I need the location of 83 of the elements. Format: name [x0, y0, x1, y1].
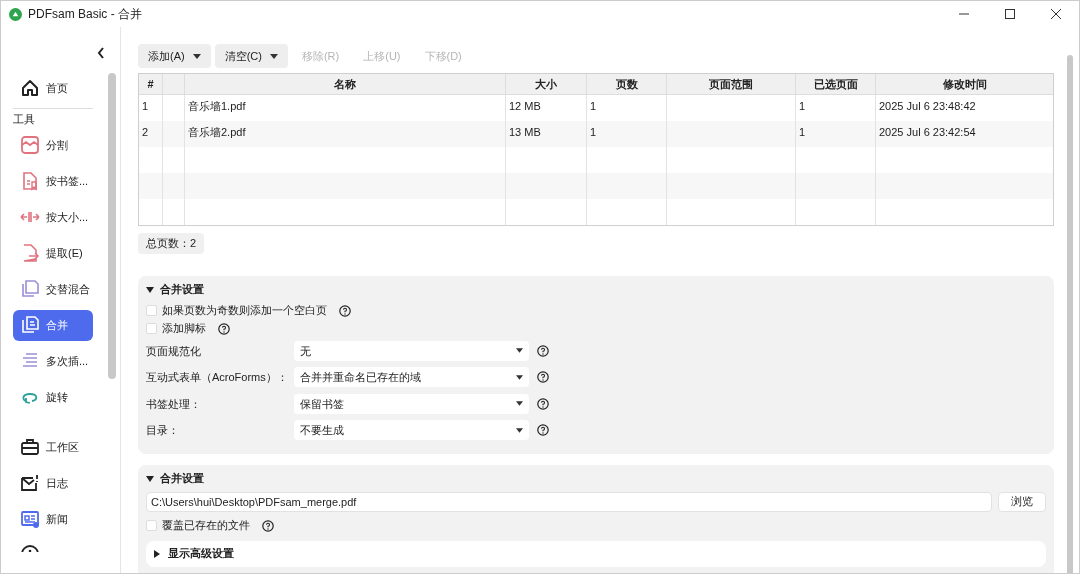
table-cell-text: 1	[590, 99, 597, 114]
column-header[interactable]: 名称	[334, 75, 356, 93]
briefcase-icon	[20, 437, 40, 457]
dropdown[interactable]: 无	[294, 340, 529, 361]
table-cell-text: 音乐墙1.pdf	[188, 99, 246, 114]
help-icon	[537, 424, 549, 437]
table-cell-text: 13 MB	[509, 125, 541, 140]
column-header[interactable]: 大小	[535, 75, 557, 93]
pages-icon	[20, 279, 40, 299]
help-icon	[262, 519, 274, 532]
sidebar-item[interactable]: 日志	[13, 467, 93, 499]
column-header[interactable]: 页面范围	[709, 75, 753, 93]
column-header[interactable]: 修改时间	[942, 75, 987, 93]
sidebar-item[interactable]: 按书签...	[13, 165, 93, 197]
sidebar-item[interactable]: 工作区	[13, 431, 93, 463]
scrollbar[interactable]	[1067, 55, 1073, 573]
sidebar-item[interactable]: 首页	[13, 72, 93, 104]
dropdown[interactable]: 不要生成	[294, 420, 529, 441]
help-icon	[537, 344, 549, 357]
close-icon	[1051, 9, 1061, 19]
column-header[interactable]: #	[147, 75, 154, 93]
caret-icon	[192, 53, 201, 59]
app-logo-icon	[9, 7, 22, 21]
sidebar-item[interactable]: 旋转	[13, 381, 93, 413]
maximize-icon	[1005, 9, 1015, 19]
section-title[interactable]: 合并设置	[160, 470, 204, 487]
total-pages-label: 总页数：2	[138, 233, 205, 254]
checkbox-label: 如果页数为奇数则添加一个空白页	[162, 303, 327, 319]
caret-icon	[516, 427, 523, 433]
scrollbar[interactable]	[108, 73, 116, 379]
section-label: 工具	[13, 112, 36, 127]
window-title: PDFsam Basic - 合并	[28, 6, 142, 23]
sidebar-item[interactable]: 交替混合	[13, 273, 93, 305]
browse-button[interactable]: 浏览	[998, 491, 1046, 512]
newspaper-icon	[20, 509, 40, 529]
column-header[interactable]: 页数	[615, 75, 638, 93]
sidebar-item[interactable]: 合并	[13, 309, 93, 341]
field-label: 页面规范化	[146, 343, 202, 359]
wave-icon	[20, 135, 40, 155]
caret-icon	[269, 53, 278, 59]
help-icon	[537, 371, 549, 384]
table-cell-text: 音乐墙2.pdf	[188, 125, 246, 140]
table-cell-text: 1	[799, 99, 806, 114]
sidebar-item[interactable]: 分割	[13, 129, 93, 161]
sidebar-item[interactable]: 新闻	[13, 503, 93, 535]
table-cell-text: 2025 Jul 6 23:42:54	[879, 125, 976, 140]
column-header[interactable]: 已选页面	[813, 75, 858, 93]
envelope-icon	[20, 473, 40, 493]
advanced-settings-toggle[interactable]: 显示高级设置	[146, 540, 1046, 567]
sidebar-item[interactable]: 按大小...	[13, 201, 93, 233]
caret-icon	[516, 401, 523, 407]
help-icon	[218, 322, 230, 335]
field-label: 书签处理：	[146, 396, 202, 412]
help-icon	[537, 397, 549, 410]
field-label: 目录：	[146, 423, 180, 438]
table-cell-text: 1	[590, 125, 597, 140]
path-field[interactable]: C:\Users\hui\Desktop\PDFsam_merge.pdf	[146, 491, 992, 512]
document-icon	[20, 171, 40, 191]
caret-icon	[516, 374, 523, 380]
merge-icon	[20, 315, 40, 335]
checkbox[interactable]	[146, 323, 157, 334]
table-cell-text: 1	[142, 99, 149, 114]
checkbox-label: 添加脚标	[162, 321, 206, 337]
section-title[interactable]: 合并设置	[160, 281, 204, 298]
table-cell-text: 2	[142, 125, 149, 140]
field-label: 互动式表单（AcroForms）：	[146, 370, 289, 385]
checkbox-label: 覆盖已存在的文件	[162, 518, 250, 534]
checkbox[interactable]	[146, 520, 157, 531]
toolbar-button[interactable]: 清空(C)	[214, 44, 288, 68]
table-cell-text: 1	[799, 125, 806, 140]
sidebar-item[interactable]: 多次插...	[13, 345, 93, 377]
table-cell-text: 12 MB	[509, 99, 541, 114]
sidebar-item[interactable]: 提取(E)	[13, 237, 93, 269]
caret-icon	[516, 348, 523, 354]
info-icon	[20, 543, 40, 552]
dropdown[interactable]: 保留书签	[294, 393, 529, 414]
table-cell-text: 2025 Jul 6 23:48:42	[879, 99, 976, 114]
collapse-icon[interactable]	[97, 47, 105, 59]
checkbox[interactable]	[146, 305, 157, 316]
home-icon	[20, 78, 40, 98]
help-icon	[339, 304, 351, 317]
toolbar-button[interactable]: 添加(A)	[138, 44, 211, 68]
dropdown[interactable]: 合并并重命名已存在的域	[294, 367, 529, 388]
